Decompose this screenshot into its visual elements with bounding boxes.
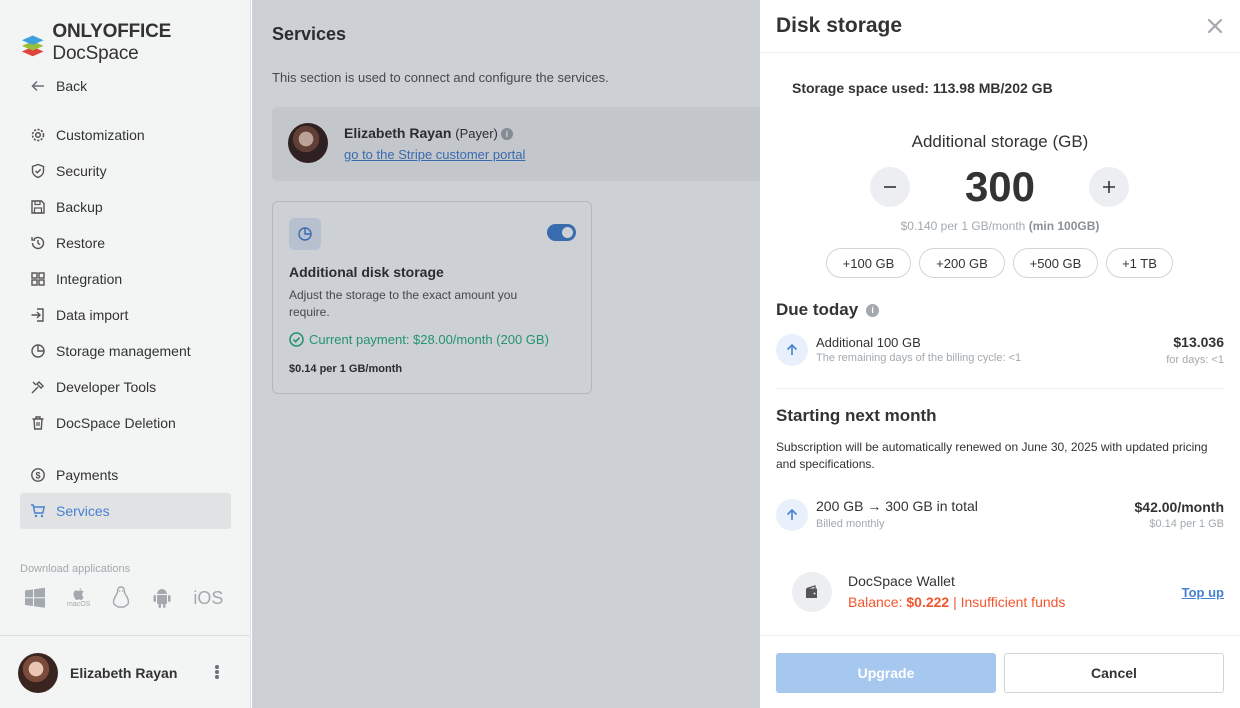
sidebar-item-label: Payments xyxy=(56,467,119,483)
arrow-left-icon xyxy=(30,78,46,94)
additional-storage-title: Additional storage (GB) xyxy=(911,132,1089,151)
minus-icon xyxy=(884,186,896,188)
linux-icon[interactable] xyxy=(111,586,131,610)
sidebar-item-backup[interactable]: Backup xyxy=(20,189,231,225)
trash-icon xyxy=(30,415,46,431)
close-icon[interactable] xyxy=(1206,17,1224,35)
decrement-button[interactable] xyxy=(870,167,910,207)
wallet-balance-value: $0.222 xyxy=(906,594,950,610)
grid-icon xyxy=(30,271,46,287)
sidebar-item-label: Developer Tools xyxy=(56,379,157,395)
due-item-sub: The remaining days of the billing cycle:… xyxy=(816,352,1022,364)
arrow-up-icon xyxy=(776,499,808,531)
shield-icon xyxy=(30,163,46,179)
sidebar-item-services[interactable]: Services xyxy=(20,493,231,529)
sidebar-item-label: Customization xyxy=(56,127,145,143)
panel-header: Disk storage xyxy=(760,0,1240,53)
insufficient-funds: Insufficient funds xyxy=(960,594,1066,610)
more-vertical-icon[interactable] xyxy=(212,660,222,684)
windows-icon[interactable] xyxy=(24,587,46,609)
profile-bar: Elizabeth Rayan xyxy=(0,635,251,708)
next-amount: $42.00/month xyxy=(1134,499,1224,515)
info-icon[interactable]: i xyxy=(866,304,880,317)
sidebar-item-customization[interactable]: Customization xyxy=(20,117,231,153)
storage-used: Storage space used: 113.98 MB/202 GB xyxy=(792,80,1053,96)
next-item-sub: Billed monthly xyxy=(816,518,885,530)
due-amount: $13.036 xyxy=(1173,334,1224,350)
download-apps-icons: macOS iOS xyxy=(24,586,223,610)
wallet-icon xyxy=(792,572,832,612)
chip-add-500gb[interactable]: +500 GB xyxy=(1013,248,1098,278)
sidebar-item-label: Restore xyxy=(56,235,106,251)
back-button[interactable]: Back xyxy=(20,68,231,104)
next-amount-sub: $0.14 per 1 GB xyxy=(1149,518,1224,530)
sidebar-item-developer-tools[interactable]: Developer Tools xyxy=(20,369,231,405)
profile-name: Elizabeth Rayan xyxy=(70,665,178,681)
sidebar-item-label: Security xyxy=(56,163,107,179)
sidebar-item-integration[interactable]: Integration xyxy=(20,261,231,297)
cancel-button[interactable]: Cancel xyxy=(1004,653,1224,693)
macos-icon[interactable]: macOS xyxy=(67,587,90,609)
sidebar-item-label: Integration xyxy=(56,271,123,287)
chip-add-1tb[interactable]: +1 TB xyxy=(1106,248,1173,278)
tools-icon xyxy=(30,379,46,395)
next-item-title: 200 GB → 300 GB in total xyxy=(816,498,978,514)
rate-min: (min 100GB) xyxy=(1028,219,1100,233)
sidebar-item-restore[interactable]: Restore xyxy=(20,225,231,261)
top-up-link[interactable]: Top up xyxy=(1182,585,1224,600)
disk-storage-panel: Disk storage Storage space used: 113.98 … xyxy=(760,0,1240,708)
sidebar-item-storage-management[interactable]: Storage management xyxy=(20,333,231,369)
storage-rate: $0.140 per 1 GB/month (min 100GB) xyxy=(900,219,1100,233)
logo[interactable]: ONLYOFFICE DocSpace xyxy=(20,21,250,65)
chip-add-200gb[interactable]: +200 GB xyxy=(919,248,1005,278)
import-icon xyxy=(30,307,46,323)
cart-icon xyxy=(30,503,46,519)
storage-amount-input[interactable]: 300 xyxy=(940,163,1060,211)
gear-icon xyxy=(30,127,46,143)
sidebar-item-data-import[interactable]: Data import xyxy=(20,297,231,333)
macos-label: macOS xyxy=(67,601,91,608)
divider xyxy=(776,388,1224,389)
svg-text:$: $ xyxy=(35,471,40,481)
sidebar-item-label: Services xyxy=(56,503,110,519)
dollar-icon: $ xyxy=(30,467,46,483)
sidebar-item-label: Backup xyxy=(56,199,103,215)
onlyoffice-logo-icon xyxy=(21,34,44,56)
due-today-title: Due today i xyxy=(776,300,880,320)
arrow-up-icon xyxy=(776,334,808,366)
panel-footer: Upgrade Cancel xyxy=(760,635,1240,708)
ios-icon[interactable]: iOS xyxy=(193,588,223,609)
due-item-title: Additional 100 GB xyxy=(816,335,921,350)
sidebar: ONLYOFFICE DocSpace Back Customization S… xyxy=(0,0,251,708)
logo-text: ONLYOFFICE DocSpace xyxy=(52,21,172,64)
panel-title: Disk storage xyxy=(776,14,903,37)
increment-button[interactable] xyxy=(1089,167,1129,207)
sidebar-item-label: DocSpace Deletion xyxy=(56,415,176,431)
sidebar-item-security[interactable]: Security xyxy=(20,153,231,189)
floppy-icon xyxy=(30,199,46,215)
plus-icon xyxy=(1103,181,1115,193)
back-label: Back xyxy=(56,78,88,94)
pie-icon xyxy=(30,343,46,359)
sidebar-item-docspace-deletion[interactable]: DocSpace Deletion xyxy=(20,405,231,441)
download-apps-label: Download applications xyxy=(20,563,131,575)
sidebar-item-payments[interactable]: $ Payments xyxy=(20,457,231,493)
android-icon[interactable] xyxy=(152,587,172,609)
next-month-title: Starting next month xyxy=(776,406,937,425)
avatar[interactable] xyxy=(18,653,58,693)
chip-add-100gb[interactable]: +100 GB xyxy=(826,248,911,278)
sidebar-item-label: Data import xyxy=(56,307,129,323)
wallet-title: DocSpace Wallet xyxy=(848,573,955,589)
history-icon xyxy=(30,235,46,251)
sidebar-item-label: Storage management xyxy=(56,343,191,359)
due-amount-sub: for days: <1 xyxy=(1166,354,1224,366)
wallet-balance: Balance: $0.222 | Insufficient funds xyxy=(848,594,1066,610)
upgrade-button[interactable]: Upgrade xyxy=(776,653,996,693)
renewal-text: Subscription will be automatically renew… xyxy=(776,440,1208,471)
